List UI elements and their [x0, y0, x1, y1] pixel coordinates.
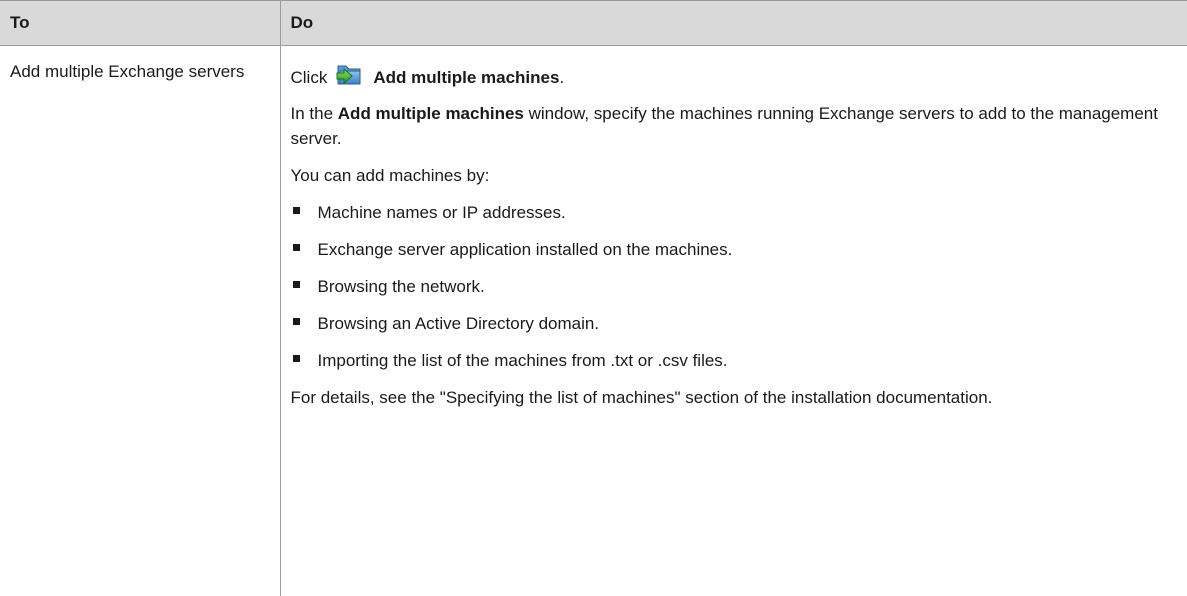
paragraph-methods: You can add machines by: — [291, 163, 1178, 188]
click-instruction: Click — [291, 60, 1178, 90]
list-item-text: Exchange server application installed on… — [318, 240, 733, 259]
bullet-icon — [293, 281, 300, 288]
p1-prefix: In the — [291, 104, 334, 123]
p1-bold: Add multiple machines — [338, 104, 524, 123]
do-cell: Click — [280, 46, 1187, 596]
list-item-text: Importing the list of the machines from … — [318, 351, 728, 370]
click-prefix: Click — [291, 65, 328, 90]
instruction-table: To Do Add multiple Exchange servers Clic… — [0, 0, 1187, 596]
list-item-text: Browsing an Active Directory domain. — [318, 314, 600, 333]
add-multiple-machines-icon — [335, 61, 363, 87]
list-item: Browsing the network. — [291, 274, 1178, 299]
header-do: Do — [280, 1, 1187, 46]
bullet-icon — [293, 207, 300, 214]
methods-list: Machine names or IP addresses. Exchange … — [291, 200, 1178, 373]
click-action: Add multiple machines — [373, 65, 559, 90]
list-item: Exchange server application installed on… — [291, 237, 1178, 262]
header-to: To — [0, 1, 280, 46]
bullet-icon — [293, 244, 300, 251]
list-item: Importing the list of the machines from … — [291, 348, 1178, 373]
click-suffix: . — [559, 65, 564, 90]
bullet-icon — [293, 318, 300, 325]
list-item: Machine names or IP addresses. — [291, 200, 1178, 225]
table-header-row: To Do — [0, 1, 1187, 46]
table-row: Add multiple Exchange servers Click — [0, 46, 1187, 596]
to-cell: Add multiple Exchange servers — [0, 46, 280, 596]
paragraph-window: In the Add multiple machines window, spe… — [291, 101, 1178, 151]
list-item-text: Browsing the network. — [318, 277, 485, 296]
list-item-text: Machine names or IP addresses. — [318, 203, 566, 222]
list-item: Browsing an Active Directory domain. — [291, 311, 1178, 336]
bullet-icon — [293, 355, 300, 362]
paragraph-details: For details, see the "Specifying the lis… — [291, 385, 1178, 410]
